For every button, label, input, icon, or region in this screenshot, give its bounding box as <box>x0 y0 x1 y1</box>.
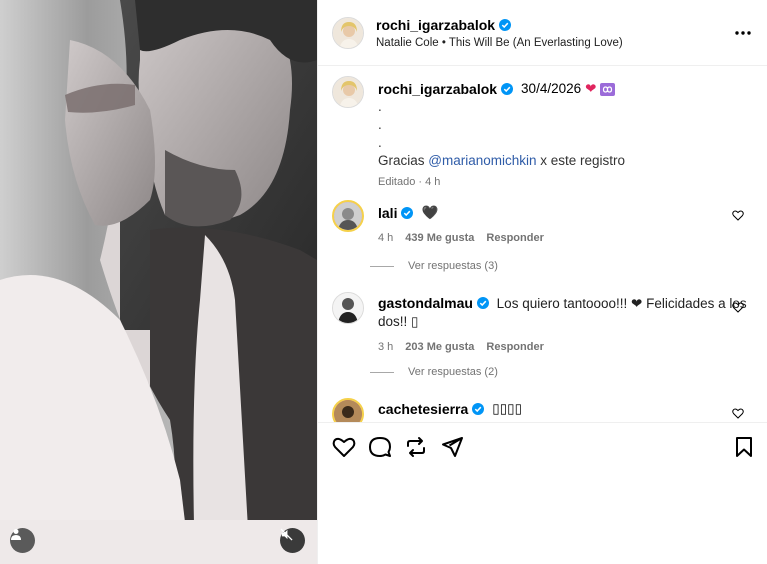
comment-line: cachetesierra ▯▯▯▯ <box>378 400 754 418</box>
commenter-username-text[interactable]: lali <box>378 204 397 222</box>
like-comment-heart-icon[interactable] <box>732 408 744 419</box>
like-comment-heart-icon[interactable] <box>732 210 744 221</box>
view-replies-text[interactable]: Ver respuestas (2) <box>408 366 498 378</box>
verified-badge-icon <box>401 207 414 219</box>
comment-bubble-icon[interactable] <box>368 435 392 459</box>
comments-feed[interactable]: rochi_igarzabalok 30/4/2026 ❤ . . . Grac… <box>318 66 767 422</box>
comment-time: 4 h <box>378 232 394 244</box>
share-send-icon[interactable] <box>440 435 464 459</box>
avatar-image <box>333 77 363 107</box>
comment-item: gastondalmau Los quiero tantoooo!!! ❤ Fe… <box>332 292 754 353</box>
ellipsis-icon <box>735 31 751 35</box>
caption-text: Gracias @marianomichkin x este registro <box>378 152 754 170</box>
caption-author-text[interactable]: rochi_igarzabalok <box>378 80 497 98</box>
mute-button[interactable] <box>280 528 305 553</box>
comment-time: 3 h <box>378 341 394 353</box>
comment-likes[interactable]: 203 Me gusta <box>405 341 474 353</box>
comment-item: cachetesierra ▯▯▯▯ <box>332 398 754 422</box>
post-header: rochi_igarzabalok Natalie Cole • This Wi… <box>318 0 767 66</box>
commenter-username[interactable]: gastondalmau <box>378 294 489 312</box>
caption-thanks-prefix: Gracias <box>378 153 429 168</box>
caption: rochi_igarzabalok 30/4/2026 ❤ . . . Grac… <box>332 76 754 188</box>
kiss-photo-illustration <box>0 0 317 564</box>
person-icon <box>11 529 21 540</box>
reply-button[interactable]: Responder <box>486 232 543 244</box>
speaker-muted-icon <box>280 528 293 541</box>
save-bookmark-icon[interactable] <box>732 435 756 459</box>
verified-badge-icon <box>476 297 489 309</box>
verified-badge-icon <box>499 18 512 31</box>
caption-author[interactable]: rochi_igarzabalok <box>378 80 514 98</box>
comment-line: gastondalmau Los quiero tantoooo!!! ❤ Fe… <box>378 294 754 331</box>
caption-author-avatar[interactable] <box>332 76 364 108</box>
commenter-avatar[interactable] <box>332 200 364 232</box>
replies-divider <box>370 371 394 373</box>
comment-likes[interactable]: 439 Me gusta <box>405 232 474 244</box>
commenter-username-text[interactable]: cachetesierra <box>378 400 468 418</box>
post-photo[interactable] <box>0 0 317 564</box>
tagged-users-button[interactable] <box>10 528 35 553</box>
post-actions-bar <box>318 422 767 468</box>
avatar-image <box>334 202 362 230</box>
caption-edited-time: Editado · 4 h <box>378 176 441 188</box>
caption-mention-link[interactable]: @marianomichkin <box>428 153 536 168</box>
repost-icon[interactable] <box>404 435 428 459</box>
view-replies-text[interactable]: Ver respuestas (3) <box>408 260 498 272</box>
commenter-avatar[interactable] <box>332 292 364 324</box>
caption-header: rochi_igarzabalok 30/4/2026 ❤ <box>378 80 754 98</box>
avatar-image <box>334 400 362 422</box>
comment-text: 🖤 <box>421 205 439 220</box>
comment-meta: 3 h 203 Me gusta Responder <box>378 341 754 353</box>
view-replies-button[interactable]: Ver respuestas (2) <box>370 366 498 378</box>
comment-meta: 4 h 439 Me gusta Responder <box>378 232 754 244</box>
comment-line: lali 🖤 <box>378 204 754 222</box>
avatar-image <box>333 293 363 323</box>
author-username-text[interactable]: rochi_igarzabalok <box>376 17 495 33</box>
verified-badge-icon <box>472 403 485 415</box>
avatar-image <box>333 17 363 48</box>
more-options-button[interactable] <box>735 24 751 35</box>
commenter-avatar[interactable] <box>332 398 364 422</box>
instagram-post-view: rochi_igarzabalok Natalie Cole • This Wi… <box>0 0 767 564</box>
caption-date: 30/4/2026 <box>521 81 582 96</box>
replies-divider <box>370 265 394 267</box>
caption-dots: . . . <box>378 98 754 152</box>
heart-emoji: ❤ <box>585 81 597 96</box>
commenter-username[interactable]: lali <box>378 204 414 222</box>
caption-thanks-suffix: x este registro <box>536 153 626 168</box>
post-side-panel: rochi_igarzabalok Natalie Cole • This Wi… <box>317 0 767 564</box>
author-username[interactable]: rochi_igarzabalok <box>376 17 623 33</box>
comment-item: lali 🖤 4 h 439 Me gusta Responder <box>332 200 754 244</box>
like-comment-heart-icon[interactable] <box>732 302 744 313</box>
reply-button[interactable]: Responder <box>486 341 543 353</box>
like-heart-icon[interactable] <box>332 435 356 459</box>
caption-dot-line: . <box>378 99 382 114</box>
caption-meta: Editado · 4 h <box>378 176 754 188</box>
commenter-username[interactable]: cachetesierra <box>378 400 485 418</box>
caption-dot-line: . <box>378 135 382 150</box>
song-info[interactable]: Natalie Cole • This Will Be (An Everlast… <box>376 37 623 49</box>
view-replies-button[interactable]: Ver respuestas (3) <box>370 260 498 272</box>
infinity-emoji-icon <box>600 82 616 96</box>
comment-text: ▯▯▯▯ <box>492 401 523 416</box>
caption-dot-line: . <box>378 117 382 132</box>
commenter-username-text[interactable]: gastondalmau <box>378 294 473 312</box>
verified-badge-icon <box>501 83 514 95</box>
author-avatar[interactable] <box>332 16 364 49</box>
